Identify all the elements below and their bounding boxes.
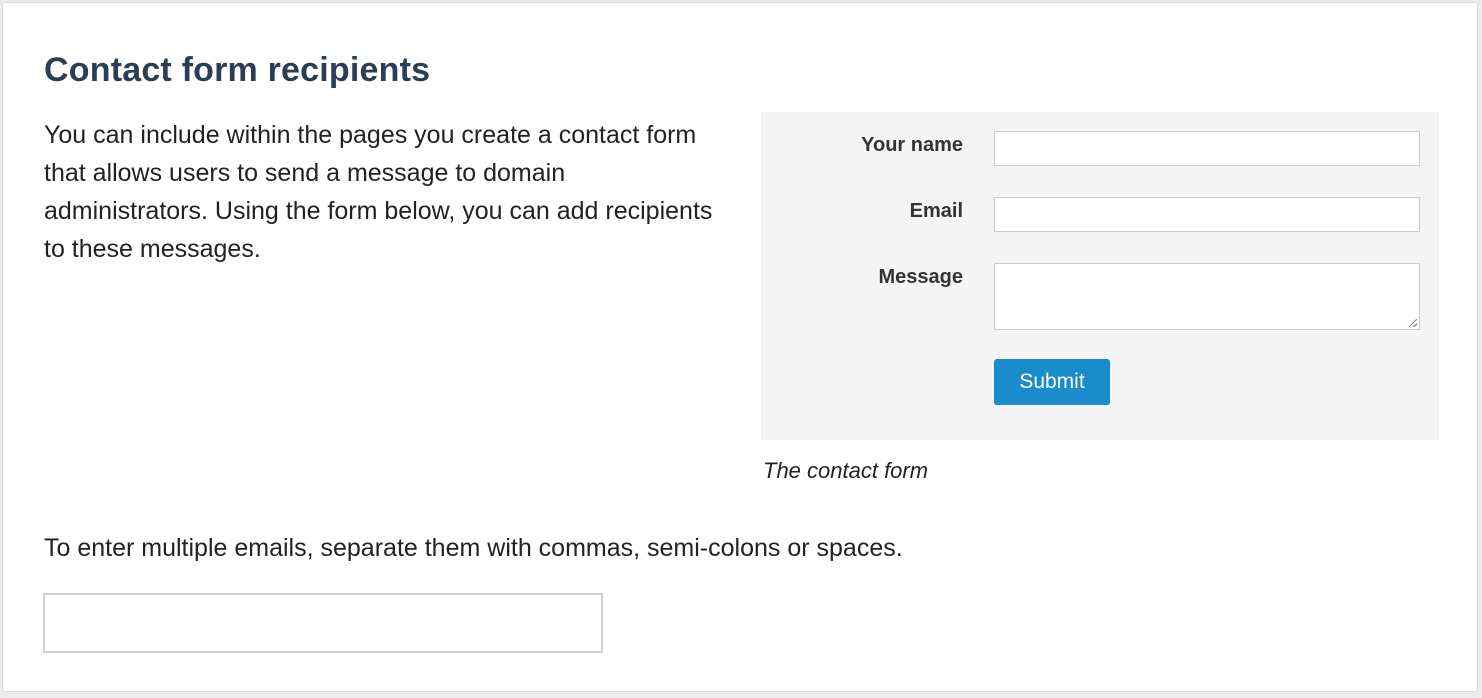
- page-title: Contact form recipients: [44, 51, 431, 89]
- email-label: Email: [909, 200, 963, 222]
- recipients-input[interactable]: [43, 593, 603, 653]
- recipients-hint: To enter multiple emails, separate them …: [44, 534, 903, 562]
- intro-text: You can include within the pages you cre…: [44, 121, 713, 263]
- resize-handle-icon[interactable]: [1409, 319, 1417, 327]
- name-label: Your name: [861, 134, 963, 156]
- submit-button[interactable]: Submit: [994, 359, 1110, 405]
- name-field[interactable]: [994, 131, 1420, 166]
- email-field[interactable]: [994, 197, 1420, 232]
- contact-form-preview: Your name Email Message Submit: [761, 112, 1439, 440]
- message-label: Message: [878, 266, 964, 288]
- message-field[interactable]: [994, 263, 1420, 330]
- contact-recipients-card: Contact form recipients You can include …: [2, 2, 1478, 692]
- preview-caption: The contact form: [763, 458, 929, 483]
